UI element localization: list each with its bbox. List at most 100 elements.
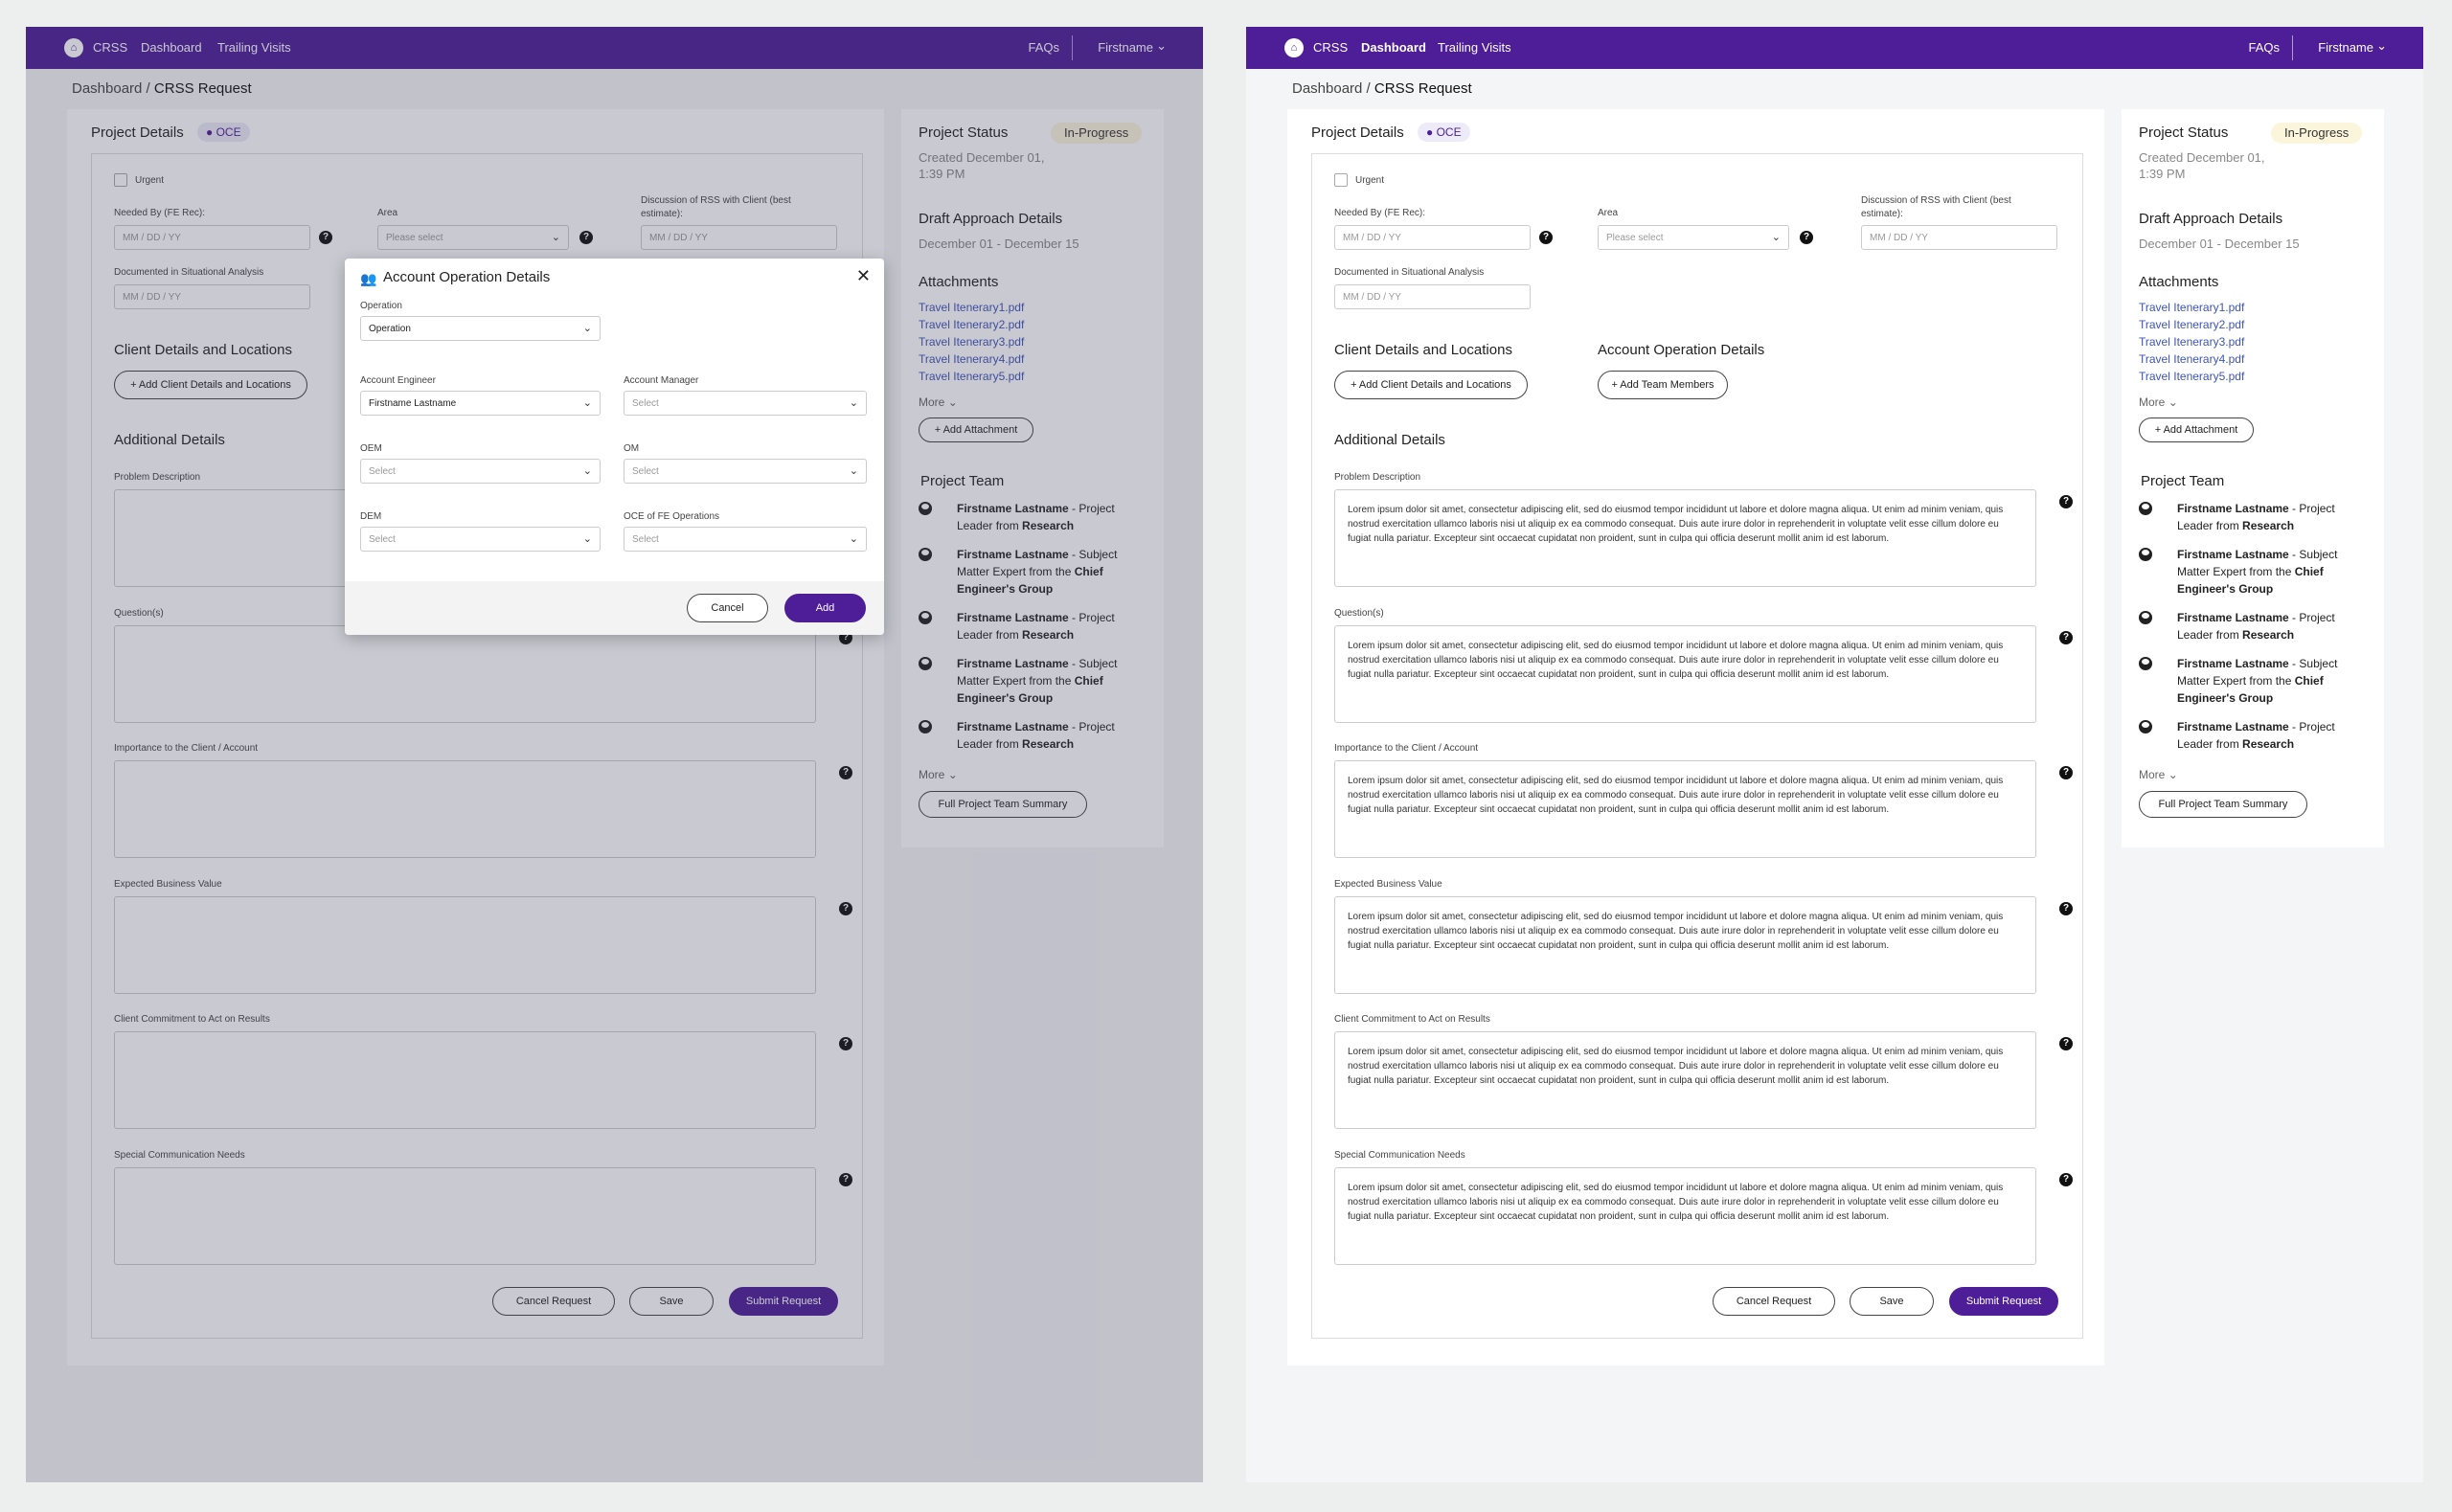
client-details-heading: Client Details and Locations (1334, 342, 1512, 358)
main-panel: Project Details ● OCE Urgent Needed By (… (1287, 109, 2104, 1365)
screen-with-modal: ⌂ CRSS Dashboard Trailing Visits FAQs Fi… (26, 27, 1203, 1482)
account-manager-select[interactable]: Select ⌄ (624, 391, 867, 416)
dem-select[interactable]: Select ⌄ (360, 527, 601, 552)
help-icon[interactable]: ? (2059, 631, 2073, 644)
chevron-down-icon: ⌄ (849, 533, 858, 545)
operation-select[interactable]: Operation ⌄ (360, 316, 601, 341)
attachment-link[interactable]: Travel Itenerary2.pdf (2139, 318, 2244, 331)
chevron-down-icon: ⌄ (582, 465, 592, 477)
business-value-textarea[interactable]: Lorem ipsum dolor sit amet, consectetur … (1334, 896, 2036, 994)
nav-trailing-visits[interactable]: Trailing Visits (1438, 40, 1511, 55)
breadcrumb-root[interactable]: Dashboard (1292, 80, 1362, 97)
help-icon[interactable]: ? (2059, 495, 2073, 508)
chevron-down-icon: ⌄ (582, 397, 592, 409)
client-commitment-label: Client Commitment to Act on Results (1334, 1014, 1490, 1025)
account-engineer-select[interactable]: Firstname Lastname ⌄ (360, 391, 601, 416)
questions-textarea[interactable]: Lorem ipsum dolor sit amet, consectetur … (1334, 625, 2036, 723)
cancel-request-button[interactable]: Cancel Request (1713, 1287, 1835, 1316)
nav-dashboard[interactable]: Dashboard (1361, 40, 1426, 55)
modal-title: Account Operation Details (383, 269, 551, 285)
area-select[interactable]: Please select ⌄ (1598, 225, 1789, 250)
account-manager-label: Account Manager (624, 375, 699, 386)
submit-request-button[interactable]: Submit Request (1949, 1287, 2058, 1316)
chevron-down-icon: ⌄ (2168, 395, 2178, 409)
oce-fe-operations-select[interactable]: Select ⌄ (624, 527, 867, 552)
dem-label: DEM (360, 511, 382, 522)
needed-by-label: Needed By (FE Rec): (1334, 208, 1426, 218)
chevron-down-icon: ⌄ (582, 533, 592, 545)
attachment-link[interactable]: Travel Itenerary1.pdf (2139, 301, 2244, 314)
team-more-link[interactable]: More ⌄ (2139, 768, 2178, 781)
chevron-down-icon: ⌄ (582, 323, 592, 334)
area-label: Area (1598, 208, 1619, 218)
needed-by-input[interactable]: MM / DD / YY (1334, 225, 1531, 250)
draft-approach-heading: Draft Approach Details (2139, 211, 2283, 227)
breadcrumb: Dashboard / CRSS Request (1292, 80, 1472, 97)
status-badge: In-Progress (2271, 123, 2363, 144)
help-icon[interactable]: ? (2059, 766, 2073, 779)
save-button[interactable]: Save (1850, 1287, 1934, 1316)
project-team-heading: Project Team (2141, 473, 2225, 489)
client-commitment-textarea[interactable]: Lorem ipsum dolor sit amet, consectetur … (1334, 1031, 2036, 1129)
help-icon[interactable]: ? (2059, 902, 2073, 915)
form-card: Urgent Needed By (FE Rec): MM / DD / YY … (1311, 153, 2083, 1339)
importance-label: Importance to the Client / Account (1334, 743, 1479, 754)
person-icon (2139, 657, 2152, 670)
account-operation-modal: 👥 Account Operation Details ✕ Operation … (345, 259, 884, 635)
modal-cancel-button[interactable]: Cancel (687, 594, 768, 622)
urgent-checkbox[interactable] (1334, 173, 1348, 187)
page-title: Project Details (1311, 124, 1404, 141)
documented-input[interactable]: MM / DD / YY (1334, 284, 1531, 309)
brand-name[interactable]: CRSS (1313, 40, 1348, 55)
full-team-summary-button[interactable]: Full Project Team Summary (2139, 791, 2307, 818)
discussion-input[interactable]: MM / DD / YY (1861, 225, 2057, 250)
close-icon[interactable]: ✕ (856, 266, 871, 286)
attachment-link[interactable]: Travel Itenerary4.pdf (2139, 352, 2244, 366)
problem-description-label: Problem Description (1334, 472, 1421, 483)
help-icon[interactable]: ? (2059, 1037, 2073, 1050)
add-team-members-button[interactable]: + Add Team Members (1598, 371, 1728, 399)
chevron-down-icon: ⌄ (849, 465, 858, 477)
home-icon[interactable]: ⌂ (1284, 38, 1304, 57)
special-communication-label: Special Communication Needs (1334, 1150, 1465, 1161)
attachments-more-link[interactable]: More ⌄ (2139, 395, 2178, 409)
person-icon (2139, 548, 2152, 561)
add-attachment-button[interactable]: + Add Attachment (2139, 417, 2254, 442)
modal-add-button[interactable]: Add (784, 594, 866, 622)
project-status-heading: Project Status (2139, 124, 2229, 141)
importance-textarea[interactable]: Lorem ipsum dolor sit amet, consectetur … (1334, 760, 2036, 858)
help-icon[interactable]: ? (1539, 231, 1553, 244)
help-icon[interactable]: ? (2059, 1173, 2073, 1186)
om-select[interactable]: Select ⌄ (624, 459, 867, 484)
om-label: OM (624, 443, 640, 454)
oem-select[interactable]: Select ⌄ (360, 459, 601, 484)
nav-faqs[interactable]: FAQs (2248, 40, 2280, 55)
special-communication-textarea[interactable]: Lorem ipsum dolor sit amet, consectetur … (1334, 1167, 2036, 1265)
users-icon: 👥 (360, 271, 377, 286)
problem-description-textarea[interactable]: Lorem ipsum dolor sit amet, consectetur … (1334, 489, 2036, 587)
add-client-details-button[interactable]: + Add Client Details and Locations (1334, 371, 1528, 399)
urgent-label: Urgent (1355, 175, 1385, 186)
chevron-down-icon: ⌄ (849, 397, 858, 409)
account-engineer-label: Account Engineer (360, 375, 436, 386)
nav-divider (2292, 35, 2293, 60)
attachment-link[interactable]: Travel Itenerary3.pdf (2139, 335, 2244, 349)
business-value-label: Expected Business Value (1334, 879, 1442, 890)
oce-fe-operations-label: OCE of FE Operations (624, 511, 720, 522)
person-icon (2139, 611, 2152, 624)
created-date: Created December 01, 1:39 PM (2139, 150, 2265, 181)
modal-overlay[interactable] (26, 27, 1203, 1482)
additional-details-heading: Additional Details (1334, 432, 1445, 448)
draft-dates: December 01 - December 15 (2139, 237, 2300, 251)
documented-label: Documented in Situational Analysis (1334, 267, 1485, 278)
top-nav: ⌂ CRSS Dashboard Trailing Visits FAQs Fi… (1246, 27, 2423, 69)
questions-label: Question(s) (1334, 608, 1384, 619)
attachments-heading: Attachments (2139, 274, 2219, 290)
user-menu[interactable]: Firstname (2318, 40, 2373, 55)
attachment-link[interactable]: Travel Itenerary5.pdf (2139, 370, 2244, 383)
breadcrumb-current: CRSS Request (1374, 80, 1472, 97)
oem-label: OEM (360, 443, 382, 454)
person-icon (2139, 502, 2152, 515)
help-icon[interactable]: ? (1800, 231, 1813, 244)
chevron-down-icon[interactable]: ⌄ (2376, 38, 2387, 54)
